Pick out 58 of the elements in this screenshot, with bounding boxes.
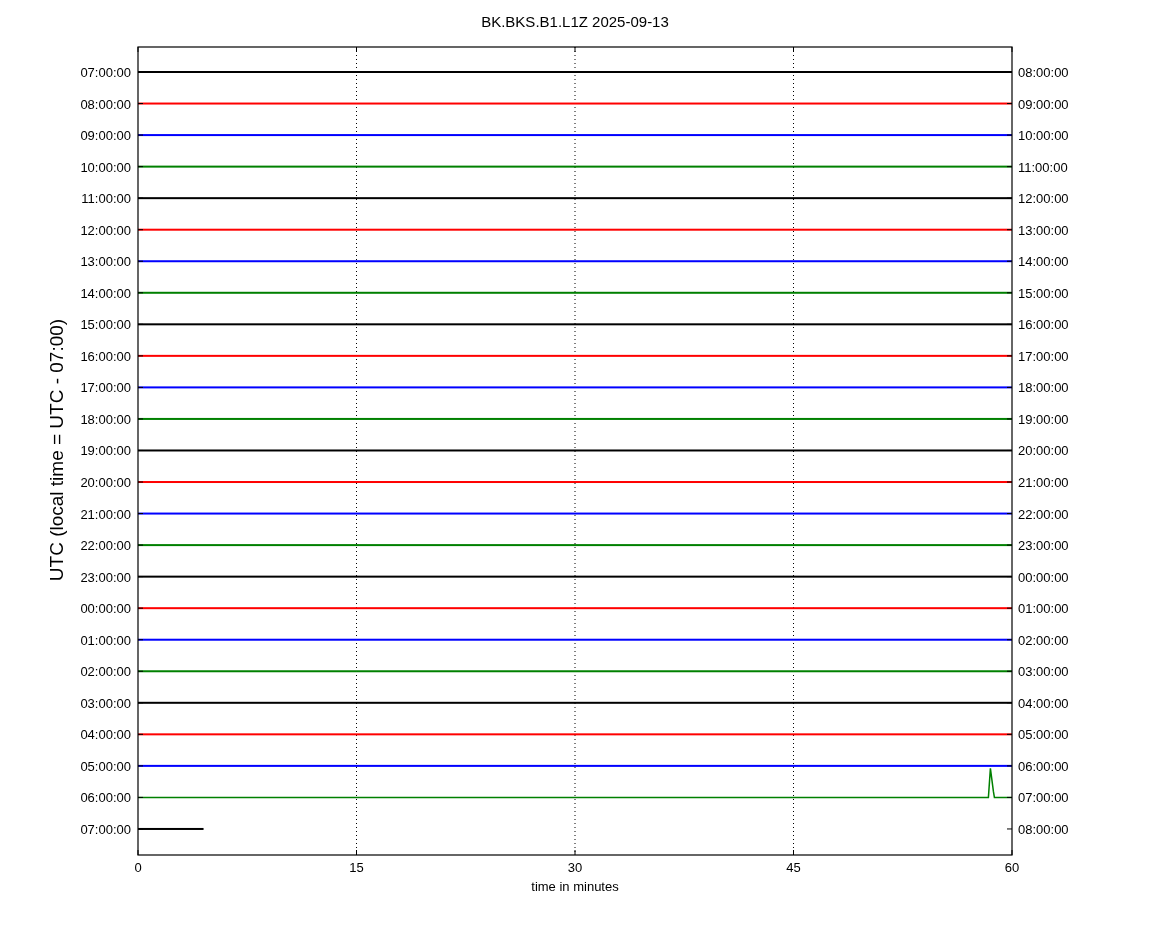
- time-label: 21:00:00: [80, 506, 131, 522]
- time-label: 00:00:00: [1018, 569, 1069, 585]
- time-label: 18:00:00: [1018, 380, 1069, 396]
- time-label: 14:00:00: [80, 285, 131, 301]
- time-label: 13:00:00: [1018, 222, 1069, 238]
- time-label: 09:00:00: [80, 128, 131, 144]
- time-label: 21:00:00: [1018, 475, 1069, 490]
- time-label: 17:00:00: [80, 380, 131, 396]
- tick-label: 0: [134, 860, 142, 875]
- time-label: 04:00:00: [1018, 695, 1069, 711]
- tick-label: 60: [1004, 860, 1020, 875]
- time-label: 06:00:00: [80, 790, 131, 806]
- time-label: 20:00:00: [80, 475, 131, 490]
- time-label: 00:00:00: [80, 601, 131, 617]
- time-label: 15:00:00: [80, 317, 131, 333]
- time-label: 05:00:00: [1018, 727, 1069, 743]
- time-label: 03:00:00: [1018, 664, 1069, 680]
- time-label: 02:00:00: [1018, 632, 1069, 648]
- time-label: 19:00:00: [1018, 411, 1069, 427]
- tick-label: 45: [786, 860, 801, 875]
- time-label: 04:00:00: [80, 727, 131, 743]
- time-label: 22:00:00: [80, 538, 131, 554]
- time-label: 16:00:00: [80, 348, 131, 364]
- time-label: 01:00:00: [80, 632, 131, 648]
- time-label: 18:00:00: [80, 411, 131, 427]
- time-label: 14:00:00: [1018, 254, 1069, 270]
- time-label: 07:00:00: [1018, 790, 1069, 806]
- time-label: 09:00:00: [1018, 96, 1069, 112]
- time-label: 16:00:00: [1018, 317, 1069, 333]
- time-label: 11:00:00: [81, 191, 131, 207]
- time-label: 10:00:00: [1018, 128, 1069, 144]
- time-label: 08:00:00: [80, 96, 131, 112]
- time-label: 08:00:00: [1018, 65, 1069, 80]
- time-label: 07:00:00: [80, 821, 131, 837]
- time-label: 02:00:00: [80, 664, 131, 680]
- time-label: 13:00:00: [80, 254, 131, 270]
- chart-title: BK.BKS.B1.L1Z 2025-09-13: [481, 13, 669, 30]
- time-label: 05:00:00: [80, 758, 131, 774]
- time-label: 03:00:00: [80, 695, 131, 711]
- axis-label: time in minutes: [531, 879, 619, 894]
- time-label: 20:00:00: [1018, 443, 1069, 459]
- time-label: 23:00:00: [1018, 538, 1069, 554]
- time-label: 15:00:00: [1018, 285, 1069, 301]
- axis-label: UTC (local time = UTC - 07:00): [46, 318, 67, 582]
- time-label: 19:00:00: [80, 443, 131, 459]
- time-label: 12:00:00: [80, 222, 131, 238]
- tick-label: 15: [349, 860, 364, 875]
- time-label: 23:00:00: [80, 569, 131, 585]
- tick-label: 30: [567, 860, 583, 875]
- time-label: 07:00:00: [80, 65, 131, 80]
- time-label: 17:00:00: [1018, 348, 1069, 364]
- time-label: 06:00:00: [1018, 758, 1069, 774]
- time-label: 10:00:00: [80, 159, 131, 175]
- time-label: 08:00:00: [1018, 821, 1069, 837]
- time-label: 01:00:00: [1018, 601, 1069, 617]
- time-label: 12:00:00: [1018, 191, 1069, 207]
- time-label: 22:00:00: [1018, 506, 1069, 522]
- time-label: 11:00:00: [1018, 159, 1068, 175]
